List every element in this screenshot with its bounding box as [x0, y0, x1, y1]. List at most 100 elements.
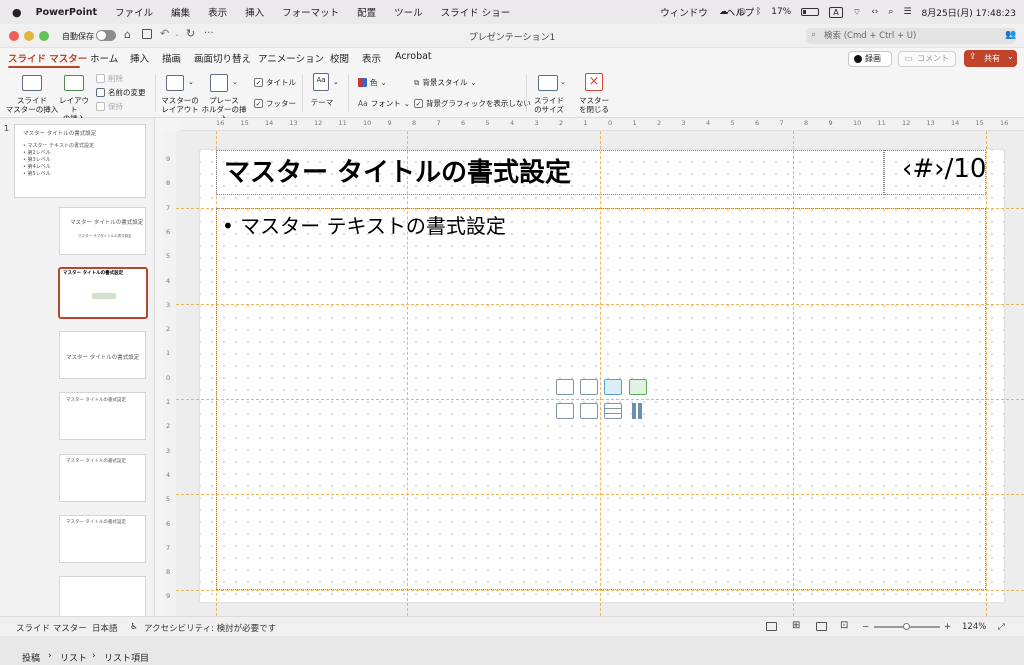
thumbnail-pane[interactable]: 1 マスター タイトルの書式設定 • マスター テキストの書式設定 • 第2レベ…	[0, 118, 155, 616]
master-title-text[interactable]: マスター タイトルの書式設定	[224, 152, 571, 189]
menu-app-name[interactable]: PowerPoint	[36, 7, 97, 18]
tab-review[interactable]: 校閲	[330, 51, 349, 65]
ruler-tick-label: 12	[314, 119, 323, 127]
chevron-down-icon[interactable]: ⌄	[333, 78, 339, 86]
share-people-icon[interactable]: 👥	[1005, 30, 1016, 40]
menu-tools[interactable]: ツール	[394, 5, 423, 19]
clock[interactable]: 8月25日(月) 17:48:23	[922, 6, 1016, 19]
zoom-slider-thumb[interactable]	[903, 623, 910, 630]
tab-view[interactable]: 表示	[362, 51, 381, 65]
fonts-button[interactable]: Aa フォント ⌄	[358, 98, 410, 109]
insert-master-button[interactable]: スライド マスターの挿入	[4, 96, 60, 114]
chevron-down-icon[interactable]: ⌄	[560, 78, 566, 86]
background-styles-button[interactable]: ⧉ 背景スタイル ⌄	[414, 77, 477, 88]
guide-line[interactable]	[986, 131, 987, 616]
hide-background-checkbox[interactable]: ✓ 背景グラフィックを表示しない	[414, 98, 531, 109]
breadcrumb-item[interactable]: リスト	[60, 651, 87, 664]
ruler-tick-label: 16	[1000, 119, 1009, 127]
colors-button[interactable]: 色 ⌄	[358, 77, 387, 88]
picture-icon[interactable]	[556, 379, 574, 395]
ruler-tick-label: 14	[951, 119, 960, 127]
zoom-out-button[interactable]: −	[862, 622, 869, 632]
accessibility-status[interactable]: アクセシビリティ: 検討が必要です	[144, 622, 276, 634]
master-body-text[interactable]: • マスター テキストの書式設定	[222, 210, 506, 239]
stock-image-icon[interactable]	[556, 403, 574, 419]
preserve-button[interactable]: 保持	[96, 101, 123, 112]
battery-percent[interactable]: 17%	[771, 7, 791, 17]
search-input[interactable]: 検索 (Cmd + Ctrl + U)	[806, 28, 1016, 44]
language[interactable]: 日本語	[92, 622, 118, 634]
thumb-title: マスター タイトルの書式設定	[66, 520, 126, 525]
slideshow-icon[interactable]: ⊡	[840, 620, 848, 631]
menu-slideshow[interactable]: スライド ショー	[441, 5, 511, 19]
master-layout-button[interactable]: マスターの レイアウト	[158, 96, 202, 114]
menu-insert[interactable]: 挿入	[245, 5, 264, 19]
apple-icon[interactable]: ●	[12, 6, 22, 19]
search-icon[interactable]: ⌕	[888, 7, 893, 17]
content-placeholder[interactable]	[216, 208, 986, 590]
theme-button[interactable]: テーマ	[308, 98, 336, 107]
normal-view-icon[interactable]	[766, 622, 777, 631]
battery-icon[interactable]	[801, 8, 820, 16]
tab-slide-master[interactable]: スライド マスター	[8, 51, 87, 65]
rename-button[interactable]: 名前の変更	[96, 87, 146, 98]
window-titlebar: 自動保存 ⌂ ↶ ⌄ ↻ ··· プレゼンテーション1 検索 (Cmd + Ct…	[0, 24, 1024, 48]
reading-view-icon[interactable]	[816, 622, 827, 631]
layout-thumbnail[interactable]: マスター タイトルの書式設定	[59, 392, 146, 440]
tab-acrobat[interactable]: Acrobat	[395, 51, 432, 62]
view-name: スライド マスター	[16, 624, 87, 634]
airdrop-icon[interactable]: ◎	[738, 7, 746, 17]
tab-insert[interactable]: 挿入	[130, 51, 149, 65]
ruler-tick-label: 3	[166, 446, 171, 455]
code-icon[interactable]: ‹›	[871, 7, 878, 17]
slide-number-text[interactable]: ‹#›/10	[902, 154, 986, 184]
online-picture-icon[interactable]	[580, 379, 598, 395]
table-icon[interactable]	[604, 403, 622, 419]
delete-button[interactable]: 削除	[96, 73, 123, 84]
slide-size-button[interactable]: スライド のサイズ	[530, 96, 568, 114]
footer-checkbox[interactable]: ✓ フッター	[254, 98, 296, 109]
accessibility-icon[interactable]: ♿	[130, 622, 138, 632]
breadcrumb-item[interactable]: 投稿	[22, 651, 40, 664]
control-center-icon[interactable]: ☰	[903, 7, 911, 17]
close-master-button[interactable]: マスター を閉じる	[574, 96, 614, 114]
layout-thumbnail[interactable]: マスター タイトルの書式設定 マスター サブタイトルの書式設定	[59, 207, 146, 255]
layout-thumbnail[interactable]: マスター タイトルの書式設定	[59, 331, 146, 379]
share-dropdown-icon[interactable]: ⌄	[1007, 52, 1014, 61]
wifi-icon[interactable]: ⌔	[853, 7, 861, 18]
master-thumbnail[interactable]: マスター タイトルの書式設定 • マスター テキストの書式設定 • 第2レベル …	[14, 124, 146, 198]
menu-file[interactable]: ファイル	[115, 5, 153, 19]
slide-sorter-icon[interactable]: ⊞	[792, 620, 800, 631]
input-source-icon[interactable]: A	[829, 6, 843, 18]
chevron-down-icon[interactable]: ⌄	[232, 78, 238, 86]
tab-draw[interactable]: 描画	[162, 51, 181, 65]
video-icon[interactable]	[580, 403, 598, 419]
layout-thumbnail[interactable]: マスター タイトルの書式設定	[59, 515, 146, 563]
layout-thumbnail-selected[interactable]: マスター タイトルの書式設定	[58, 267, 148, 319]
tab-animations[interactable]: アニメーション	[258, 51, 324, 65]
ruler-tick-label: 3	[534, 119, 539, 127]
bluetooth-icon[interactable]: ᛒ	[756, 7, 761, 17]
zoom-in-button[interactable]: +	[944, 622, 951, 632]
menu-arrange[interactable]: 配置	[357, 5, 376, 19]
cloud-icon[interactable]: ☁	[719, 7, 728, 17]
tab-home[interactable]: ホーム	[90, 51, 118, 65]
zoom-level[interactable]: 124%	[962, 622, 986, 632]
chart-icon[interactable]	[629, 403, 647, 419]
tab-transitions[interactable]: 画面切り替え	[194, 51, 251, 65]
breadcrumb-item[interactable]: リスト項目	[104, 651, 149, 664]
menu-format[interactable]: フォーマット	[282, 5, 339, 19]
menu-view[interactable]: 表示	[208, 5, 227, 19]
title-checkbox[interactable]: ✓ タイトル	[254, 77, 296, 88]
ruler-tick-label: 7	[166, 543, 171, 552]
ruler-tick-label: 5	[485, 119, 490, 127]
icons-icon[interactable]	[604, 379, 622, 395]
menu-window[interactable]: ウィンドウ	[660, 5, 708, 19]
layout-thumbnail[interactable]: マスター タイトルの書式設定	[59, 454, 146, 502]
menu-edit[interactable]: 編集	[171, 5, 190, 19]
fit-to-window-icon[interactable]: ⤢	[998, 622, 1005, 632]
layout-thumbnail[interactable]	[59, 576, 146, 616]
insert-layout-icon	[64, 75, 84, 91]
chevron-down-icon[interactable]: ⌄	[188, 78, 194, 86]
smartart-icon[interactable]	[629, 379, 647, 395]
